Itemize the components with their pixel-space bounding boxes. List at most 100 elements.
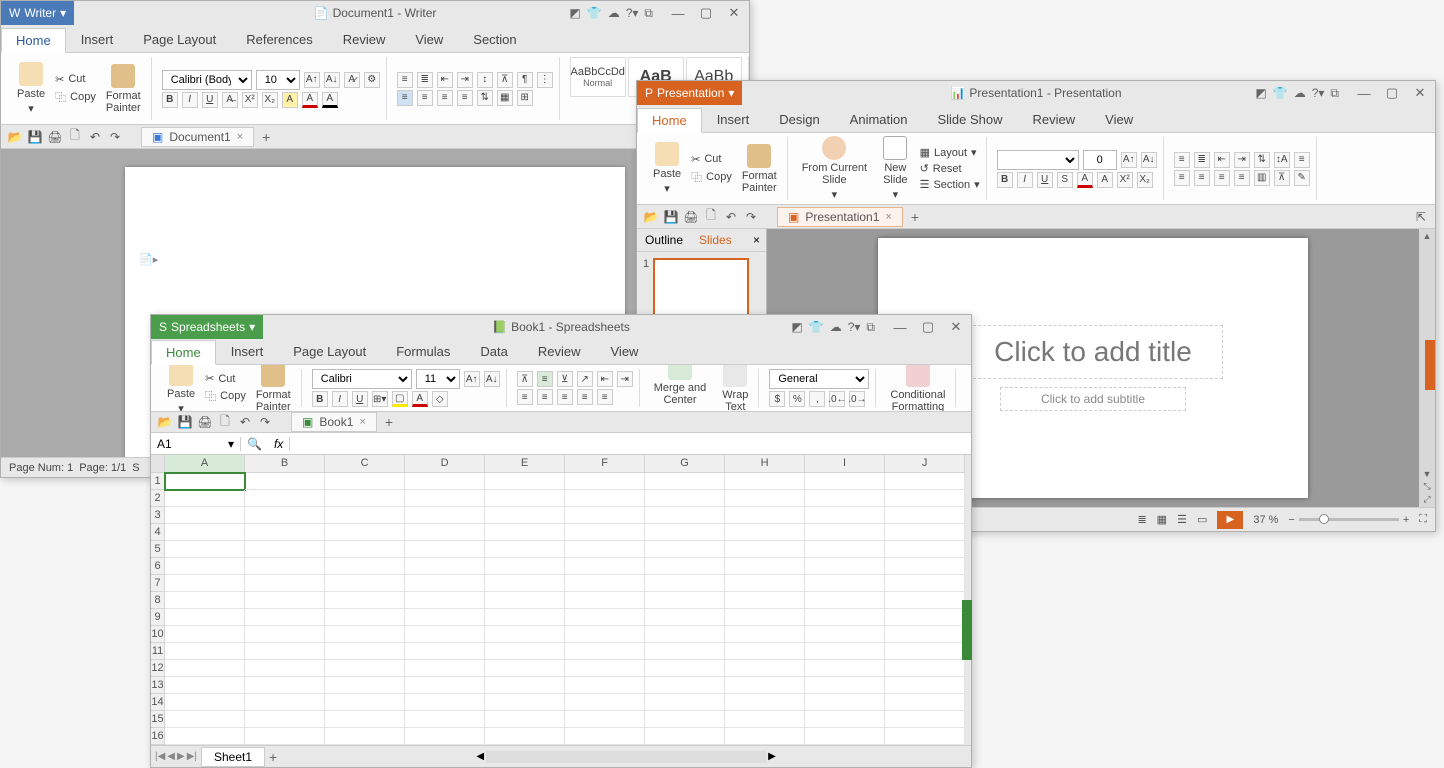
cell-D9[interactable] [405,609,485,626]
tab-review[interactable]: Review [328,27,401,52]
bold-button[interactable]: B [312,391,328,407]
cell-G11[interactable] [645,643,725,660]
bold-button[interactable]: B [997,172,1013,188]
cell-I8[interactable] [805,592,885,609]
tab-insert[interactable]: Insert [66,27,129,52]
justify-button[interactable]: ≡ [457,90,473,106]
open-icon[interactable]: 📂 [643,209,659,225]
cell-I3[interactable] [805,507,885,524]
cell-H13[interactable] [725,677,805,694]
cell-G4[interactable] [645,524,725,541]
numbering-button[interactable]: ≣ [417,72,433,88]
cell-J13[interactable] [885,677,965,694]
cell-I4[interactable] [805,524,885,541]
col-header-J[interactable]: J [885,455,965,473]
cell-J12[interactable] [885,660,965,677]
convert-button[interactable]: ✎ [1294,170,1310,186]
open-icon[interactable]: 📂 [7,129,23,145]
cell-E9[interactable] [485,609,565,626]
number-format-select[interactable]: General [769,369,869,389]
normal-view-icon[interactable]: ≣ [1137,513,1146,526]
cell-H3[interactable] [725,507,805,524]
cell-E13[interactable] [485,677,565,694]
col-header-D[interactable]: D [405,455,485,473]
detach-icon[interactable]: ⧉ [644,6,653,21]
cell-J2[interactable] [885,490,965,507]
detach-icon[interactable]: ⧉ [1330,86,1339,101]
format-painter-button[interactable]: Format Painter [738,142,781,196]
row-header-13[interactable]: 13 [151,677,165,694]
col-header-F[interactable]: F [565,455,645,473]
cell-E11[interactable] [485,643,565,660]
cell-G5[interactable] [645,541,725,558]
minimize-button[interactable]: — [889,318,911,336]
minimize-button[interactable]: — [667,4,689,22]
save-icon[interactable]: 💾 [27,129,43,145]
italic-button[interactable]: I [1017,172,1033,188]
print-preview-icon[interactable]: 🗋 [217,414,233,430]
row-header-10[interactable]: 10 [151,626,165,643]
cell-I14[interactable] [805,694,885,711]
italic-button[interactable]: I [332,391,348,407]
cell-I5[interactable] [805,541,885,558]
cell-I10[interactable] [805,626,885,643]
sheet-tab-sheet1[interactable]: Sheet1 [201,747,265,767]
valign-mid-button[interactable]: ≡ [537,371,553,387]
cell-B7[interactable] [245,575,325,592]
cell-A13[interactable] [165,677,245,694]
horizontal-scrollbar[interactable]: ◀▶ [281,751,971,763]
cell-D15[interactable] [405,711,485,728]
paste-button[interactable]: Paste▾ [13,60,49,117]
cell-A4[interactable] [165,524,245,541]
increase-decimal-button[interactable]: .0← [829,391,845,407]
open-icon[interactable]: 📂 [157,414,173,430]
cell-B9[interactable] [245,609,325,626]
close-button[interactable]: ✕ [945,318,967,336]
cell-C16[interactable] [325,728,405,745]
cell-F12[interactable] [565,660,645,677]
tab-animation[interactable]: Animation [835,107,923,132]
doc-tab-presentation1[interactable]: ▣ Presentation1 × [777,207,903,227]
cell-H2[interactable] [725,490,805,507]
cell-G10[interactable] [645,626,725,643]
cell-E3[interactable] [485,507,565,524]
copy-button[interactable]: ⿻ Copy [205,388,246,404]
cell-E6[interactable] [485,558,565,575]
cell-F5[interactable] [565,541,645,558]
justify-button[interactable]: ≡ [1234,170,1250,186]
align-left-button[interactable]: ≡ [1174,170,1190,186]
cell-H1[interactable] [725,473,805,490]
row-header-11[interactable]: 11 [151,643,165,660]
cut-button[interactable]: ✂ Cut [55,73,96,86]
cell-I6[interactable] [805,558,885,575]
cell-I11[interactable] [805,643,885,660]
section-button[interactable]: ☰ Section▾ [920,178,980,191]
cell-A12[interactable] [165,660,245,677]
italic-button[interactable]: I [182,92,198,108]
tab-view[interactable]: View [1090,107,1148,132]
copy-button[interactable]: ⿻ Copy [55,89,96,105]
superscript-button[interactable]: X² [242,92,258,108]
cell-B13[interactable] [245,677,325,694]
cell-F10[interactable] [565,626,645,643]
align-top-button[interactable]: ⊼ [1274,170,1290,186]
doc-tab-book1[interactable]: ▣ Book1 × [291,412,377,432]
align-right-button[interactable]: ≡ [437,90,453,106]
new-slide-button[interactable]: New Slide▾ [879,134,911,203]
help-icon[interactable]: ?▾ [626,6,639,21]
writer-app-badge[interactable]: W Writer ▾ [1,1,74,25]
align-top-button[interactable]: ⊼ [497,72,513,88]
row-header-1[interactable]: 1 [151,473,165,490]
increase-font-icon[interactable]: A↑ [1121,152,1137,168]
outdent-button[interactable]: ⇤ [437,72,453,88]
numbering-button[interactable]: ≣ [1194,152,1210,168]
cell-D4[interactable] [405,524,485,541]
maximize-button[interactable]: ▢ [695,4,717,22]
cell-E12[interactable] [485,660,565,677]
cell-E10[interactable] [485,626,565,643]
close-button[interactable]: ✕ [723,4,745,22]
ribbon-collapse-icon[interactable]: ⇱ [1413,209,1429,225]
cell-B4[interactable] [245,524,325,541]
detach-icon[interactable]: ⧉ [866,320,875,335]
valign-top-button[interactable]: ⊼ [517,371,533,387]
